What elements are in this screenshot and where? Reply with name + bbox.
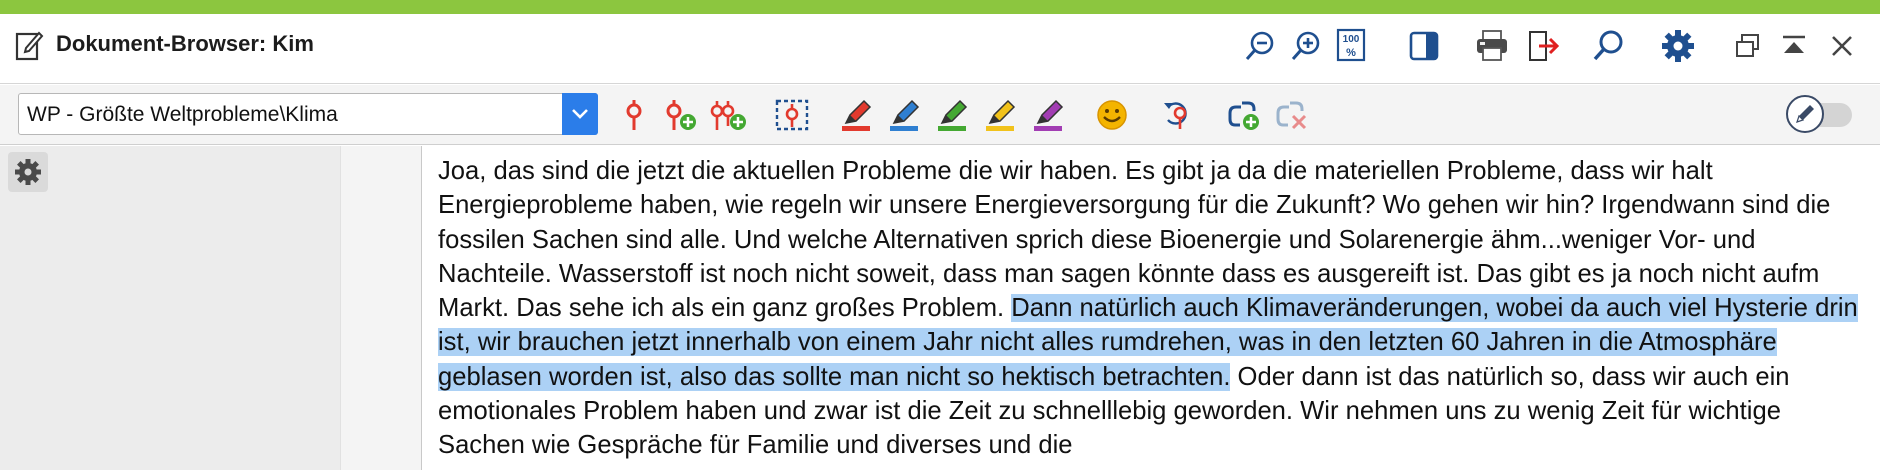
chevron-down-icon[interactable] <box>562 93 598 135</box>
print-icon[interactable] <box>1472 24 1512 68</box>
window-title: Dokument-Browser: Kim <box>56 31 314 56</box>
gear-icon[interactable] <box>1658 24 1698 68</box>
document-selector[interactable]: WP - Größte Weltprobleme\Klima <box>18 93 598 135</box>
undo-code-icon[interactable] <box>1158 95 1198 135</box>
svg-text:%: % <box>1346 47 1356 59</box>
search-icon[interactable] <box>1588 24 1628 68</box>
zoom-100-label: 100 <box>1343 34 1360 45</box>
zoom-in-icon[interactable] <box>1286 24 1326 68</box>
close-icon[interactable] <box>1822 24 1862 68</box>
highlighter-blue-icon[interactable] <box>884 95 924 135</box>
document-area: Joa, das sind die jetzt die aktuellen Pr… <box>0 146 1880 470</box>
pencil-icon <box>1786 95 1824 133</box>
collapse-up-icon[interactable] <box>1774 24 1814 68</box>
code-add-icon[interactable] <box>660 95 700 135</box>
code-stripes-panel <box>0 146 340 470</box>
document-path: WP - Größte Weltprobleme\Klima <box>27 103 338 126</box>
highlighter-green-icon[interactable] <box>932 95 972 135</box>
zoom-out-icon[interactable] <box>1240 24 1280 68</box>
document-edit-icon <box>14 28 44 62</box>
paragraph-number-column <box>340 146 422 470</box>
export-icon[interactable] <box>1522 24 1562 68</box>
emoticon-icon[interactable] <box>1092 95 1132 135</box>
link-add-icon[interactable] <box>1224 95 1264 135</box>
panel-layout-icon[interactable] <box>1404 24 1444 68</box>
highlighter-yellow-icon[interactable] <box>980 95 1020 135</box>
zoom-100-icon[interactable]: 100 % <box>1332 24 1372 68</box>
edit-mode-toggle[interactable] <box>1786 95 1856 133</box>
undock-icon[interactable] <box>1728 24 1768 68</box>
highlighter-red-icon[interactable] <box>836 95 876 135</box>
select-code-icon[interactable] <box>772 95 812 135</box>
highlighter-purple-icon[interactable] <box>1028 95 1068 135</box>
code-icon[interactable] <box>614 95 654 135</box>
title-bar: Dokument-Browser: Kim 100 % <box>0 14 1880 84</box>
window-accent-stripe <box>0 0 1880 14</box>
coding-toolbar: WP - Größte Weltprobleme\Klima <box>0 85 1880 145</box>
code-add-multi-icon[interactable] <box>708 95 748 135</box>
link-remove-icon[interactable] <box>1272 95 1312 135</box>
document-text[interactable]: Joa, das sind die jetzt die aktuellen Pr… <box>438 154 1874 463</box>
gear-icon[interactable] <box>8 152 48 192</box>
